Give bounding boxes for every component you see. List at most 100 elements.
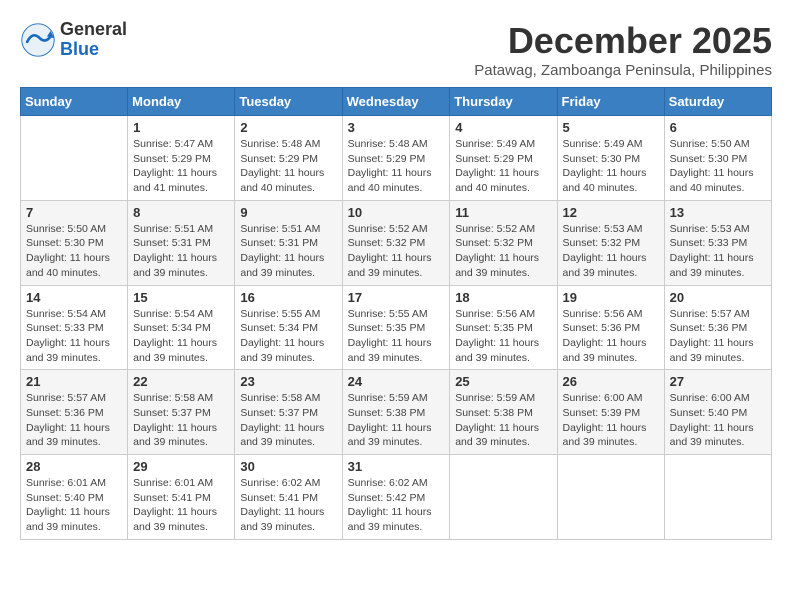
calendar-cell: 13Sunrise: 5:53 AMSunset: 5:33 PMDayligh… [664, 200, 771, 285]
calendar-cell [557, 455, 664, 540]
day-info: Sunrise: 5:58 AMSunset: 5:37 PMDaylight:… [133, 391, 229, 450]
calendar-day-header: Tuesday [235, 88, 342, 116]
day-number: 18 [455, 290, 551, 305]
calendar-cell: 16 Sunrise: 5:55 AMSunset: 5:34 PMDayligh… [235, 285, 342, 370]
day-info: Sunrise: 6:00 AMSunset: 5:39 PMDaylight:… [563, 391, 659, 450]
logo-text: General Blue [60, 20, 127, 60]
month-title: December 2025 [474, 20, 772, 62]
day-info: Sunrise: 5:52 AMSunset: 5:32 PMDaylight:… [348, 222, 445, 281]
calendar-cell: 8Sunrise: 5:51 AMSunset: 5:31 PMDaylight… [128, 200, 235, 285]
day-info: Sunrise: 5:47 AMSunset: 5:29 PMDaylight:… [133, 137, 229, 196]
calendar-week-row: 1 Sunrise: 5:47 AMSunset: 5:29 PMDaylight… [21, 116, 772, 201]
day-info: Sunrise: 5:50 AMSunset: 5:30 PMDaylight:… [670, 137, 766, 196]
day-number: 29 [133, 459, 229, 474]
calendar-cell: 3 Sunrise: 5:48 AMSunset: 5:29 PMDaylight… [342, 116, 450, 201]
calendar-cell [450, 455, 557, 540]
day-number: 14 [26, 290, 122, 305]
day-info: Sunrise: 6:00 AMSunset: 5:40 PMDaylight:… [670, 391, 766, 450]
calendar-cell: 28Sunrise: 6:01 AMSunset: 5:40 PMDayligh… [21, 455, 128, 540]
calendar-cell: 2Sunrise: 5:48 AMSunset: 5:29 PMDaylight… [235, 116, 342, 201]
day-number: 8 [133, 205, 229, 220]
calendar-cell: 26 Sunrise: 6:00 AMSunset: 5:39 PMDayligh… [557, 370, 664, 455]
calendar-cell: 4Sunrise: 5:49 AMSunset: 5:29 PMDaylight… [450, 116, 557, 201]
day-info: Sunrise: 5:49 AMSunset: 5:30 PMDaylight:… [563, 137, 659, 196]
calendar-cell: 30Sunrise: 6:02 AMSunset: 5:41 PMDayligh… [235, 455, 342, 540]
title-section: December 2025 Patawag, Zamboanga Peninsu… [474, 20, 772, 79]
day-number: 24 [348, 374, 445, 389]
calendar-cell: 20Sunrise: 5:57 AMSunset: 5:36 PMDayligh… [664, 285, 771, 370]
day-number: 25 [455, 374, 551, 389]
calendar-day-header: Thursday [450, 88, 557, 116]
day-info: Sunrise: 5:55 AMSunset: 5:35 PMDaylight:… [348, 307, 445, 366]
calendar-cell: 11 Sunrise: 5:52 AMSunset: 5:32 PMDayligh… [450, 200, 557, 285]
day-number: 4 [455, 120, 551, 135]
day-number: 7 [26, 205, 122, 220]
day-number: 21 [26, 374, 122, 389]
day-number: 17 [348, 290, 445, 305]
calendar-cell: 19 Sunrise: 5:56 AMSunset: 5:36 PMDayligh… [557, 285, 664, 370]
day-number: 26 [563, 374, 659, 389]
day-info: Sunrise: 6:02 AMSunset: 5:42 PMDaylight:… [348, 476, 445, 535]
calendar-cell: 5Sunrise: 5:49 AMSunset: 5:30 PMDaylight… [557, 116, 664, 201]
day-number: 16 [240, 290, 336, 305]
day-number: 28 [26, 459, 122, 474]
day-info: Sunrise: 5:50 AMSunset: 5:30 PMDaylight:… [26, 222, 122, 281]
day-number: 10 [348, 205, 445, 220]
calendar-cell: 27 Sunrise: 6:00 AMSunset: 5:40 PMDayligh… [664, 370, 771, 455]
day-info: Sunrise: 6:02 AMSunset: 5:41 PMDaylight:… [240, 476, 336, 535]
day-info: Sunrise: 5:59 AMSunset: 5:38 PMDaylight:… [455, 391, 551, 450]
calendar-cell: 22 Sunrise: 5:58 AMSunset: 5:37 PMDayligh… [128, 370, 235, 455]
day-number: 1 [133, 120, 229, 135]
day-info: Sunrise: 5:52 AMSunset: 5:32 PMDaylight:… [455, 222, 551, 281]
calendar-cell: 17 Sunrise: 5:55 AMSunset: 5:35 PMDayligh… [342, 285, 450, 370]
calendar-cell: 15 Sunrise: 5:54 AMSunset: 5:34 PMDayligh… [128, 285, 235, 370]
calendar-cell: 31 Sunrise: 6:02 AMSunset: 5:42 PMDayligh… [342, 455, 450, 540]
calendar-cell: 24Sunrise: 5:59 AMSunset: 5:38 PMDayligh… [342, 370, 450, 455]
day-number: 31 [348, 459, 445, 474]
logo-general-text: General [60, 20, 127, 40]
day-info: Sunrise: 5:54 AMSunset: 5:33 PMDaylight:… [26, 307, 122, 366]
calendar-cell: 23Sunrise: 5:58 AMSunset: 5:37 PMDayligh… [235, 370, 342, 455]
calendar-cell [21, 116, 128, 201]
day-info: Sunrise: 5:51 AMSunset: 5:31 PMDaylight:… [240, 222, 336, 281]
day-number: 15 [133, 290, 229, 305]
calendar-cell: 12 Sunrise: 5:53 AMSunset: 5:32 PMDayligh… [557, 200, 664, 285]
day-info: Sunrise: 6:01 AMSunset: 5:41 PMDaylight:… [133, 476, 229, 535]
calendar-table: SundayMondayTuesdayWednesdayThursdayFrid… [20, 87, 772, 540]
day-info: Sunrise: 5:48 AMSunset: 5:29 PMDaylight:… [348, 137, 445, 196]
calendar-week-row: 14 Sunrise: 5:54 AMSunset: 5:33 PMDayligh… [21, 285, 772, 370]
day-info: Sunrise: 5:57 AMSunset: 5:36 PMDaylight:… [26, 391, 122, 450]
calendar-cell: 21 Sunrise: 5:57 AMSunset: 5:36 PMDayligh… [21, 370, 128, 455]
day-number: 13 [670, 205, 766, 220]
day-number: 3 [348, 120, 445, 135]
day-number: 19 [563, 290, 659, 305]
calendar-day-header: Wednesday [342, 88, 450, 116]
day-number: 20 [670, 290, 766, 305]
day-info: Sunrise: 5:54 AMSunset: 5:34 PMDaylight:… [133, 307, 229, 366]
calendar-week-row: 28Sunrise: 6:01 AMSunset: 5:40 PMDayligh… [21, 455, 772, 540]
calendar-day-header: Friday [557, 88, 664, 116]
day-number: 9 [240, 205, 336, 220]
day-number: 27 [670, 374, 766, 389]
day-number: 12 [563, 205, 659, 220]
calendar-cell: 1 Sunrise: 5:47 AMSunset: 5:29 PMDaylight… [128, 116, 235, 201]
calendar-cell: 7 Sunrise: 5:50 AMSunset: 5:30 PMDaylight… [21, 200, 128, 285]
day-number: 23 [240, 374, 336, 389]
calendar-week-row: 7 Sunrise: 5:50 AMSunset: 5:30 PMDaylight… [21, 200, 772, 285]
day-number: 2 [240, 120, 336, 135]
calendar-day-header: Monday [128, 88, 235, 116]
day-info: Sunrise: 5:53 AMSunset: 5:32 PMDaylight:… [563, 222, 659, 281]
day-number: 6 [670, 120, 766, 135]
calendar-week-row: 21 Sunrise: 5:57 AMSunset: 5:36 PMDayligh… [21, 370, 772, 455]
day-info: Sunrise: 5:56 AMSunset: 5:35 PMDaylight:… [455, 307, 551, 366]
day-info: Sunrise: 5:56 AMSunset: 5:36 PMDaylight:… [563, 307, 659, 366]
day-number: 11 [455, 205, 551, 220]
day-number: 22 [133, 374, 229, 389]
location-title: Patawag, Zamboanga Peninsula, Philippine… [474, 62, 772, 79]
page-header: General Blue December 2025 Patawag, Zamb… [20, 20, 772, 79]
calendar-day-header: Saturday [664, 88, 771, 116]
calendar-day-header: Sunday [21, 88, 128, 116]
logo: General Blue [20, 20, 127, 60]
calendar-cell: 9 Sunrise: 5:51 AMSunset: 5:31 PMDaylight… [235, 200, 342, 285]
day-info: Sunrise: 5:55 AMSunset: 5:34 PMDaylight:… [240, 307, 336, 366]
